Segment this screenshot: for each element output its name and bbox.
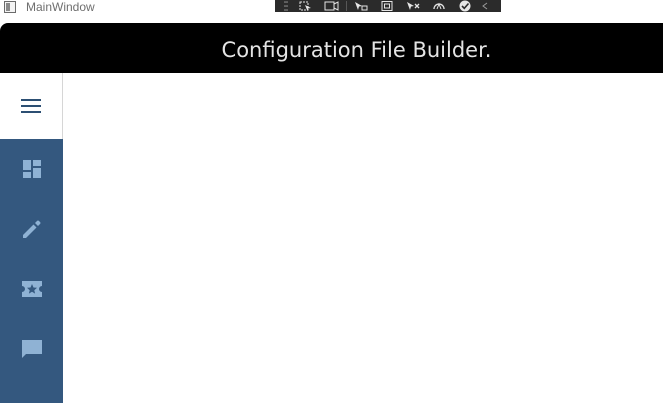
debug-toolbar: [275, 0, 501, 12]
binding-failures-icon[interactable]: [400, 0, 426, 12]
app-header: Configuration File Builder.: [0, 23, 663, 73]
display-layout-icon[interactable]: [374, 0, 400, 12]
collapse-icon[interactable]: [478, 0, 492, 12]
nav-item-edit[interactable]: [0, 199, 63, 259]
accessibility-check-icon[interactable]: [452, 0, 478, 12]
sidebar-nav: [0, 139, 63, 403]
hot-reload-icon[interactable]: [426, 0, 452, 12]
track-focus-icon[interactable]: [348, 0, 374, 12]
window-title: MainWindow: [26, 0, 95, 14]
nav-item-ticket[interactable]: [0, 259, 63, 319]
toolbar-separator: [346, 1, 347, 11]
app-window-icon: [4, 1, 16, 13]
hamburger-menu-button[interactable]: [0, 73, 63, 139]
edit-pencil-icon: [22, 220, 40, 238]
nav-item-messages[interactable]: [0, 319, 63, 379]
ticket-star-icon: [21, 281, 42, 297]
layout-adorner-icon[interactable]: [319, 0, 345, 12]
nav-item-dashboard[interactable]: [0, 139, 63, 199]
hamburger-menu-icon: [21, 99, 41, 113]
main-content: [63, 73, 663, 403]
main-window: MainWindow Configuration File Builder.: [0, 0, 663, 403]
drag-handle-icon[interactable]: [279, 0, 293, 12]
dashboard-icon: [22, 160, 41, 178]
page-title: Configuration File Builder.: [221, 38, 492, 62]
select-element-icon[interactable]: [293, 0, 319, 12]
message-icon: [21, 340, 42, 358]
